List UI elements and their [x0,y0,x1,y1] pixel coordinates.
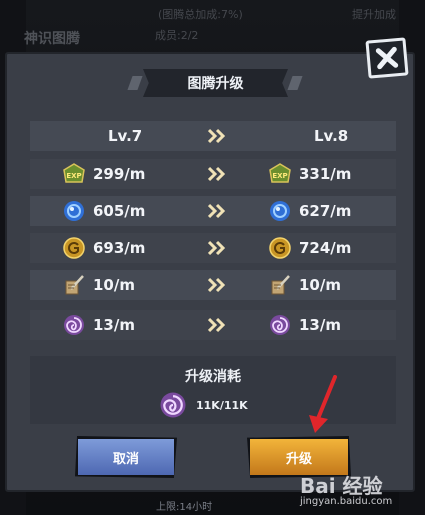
scroll-next: 10/m [299,276,341,294]
gold-current: 693/m [93,239,146,257]
current-level: Lv.7 [108,127,143,145]
svg-text:EXP: EXP [272,172,287,180]
double-chevron-icon [208,166,226,182]
cost-title: 升级消耗 [185,369,241,385]
dialog-title-banner: 图腾升级 [143,69,288,97]
blue-orb-current: 605/m [93,202,146,220]
scroll-quill-icon [271,275,290,295]
stat-row-exp: EXP 299/m EXP 331/m [30,159,396,189]
purple-swirl-next: 13/m [299,316,341,334]
purple-swirl-icon [270,315,290,335]
cancel-button-label: 取消 [112,451,139,467]
close-button[interactable] [365,37,409,79]
bottom-limit-note: 上限:14小时 [156,502,213,513]
level-row: Lv.7 Lv.8 [30,121,396,151]
dialog-title: 图腾升级 [187,76,244,92]
blue-orb-icon [270,201,290,221]
blue-orb-next: 627/m [299,202,352,220]
stat-row-purple-swirl: 13/m 13/m [30,310,396,340]
watermark-url: jingyan.baidu.com [300,496,393,507]
double-chevron-icon [208,128,226,144]
watermark: Bai 经验 jingyan.baidu.com [300,470,392,507]
close-icon [375,46,399,70]
purple-swirl-icon [64,315,84,335]
double-chevron-icon [208,277,226,293]
exp-next: 331/m [299,165,352,183]
cancel-button[interactable]: 取消 [75,436,177,478]
scroll-quill-icon [65,275,84,295]
gold-next: 724/m [299,239,352,257]
upgrade-cost-panel: 升级消耗 11K/11K [30,356,396,424]
double-chevron-icon [208,203,226,219]
cost-item: 11K/11K [158,390,248,420]
svg-text:EXP: EXP [66,172,81,180]
purple-swirl-current: 13/m [93,316,135,334]
stat-row-scroll: 10/m 10/m [30,270,396,300]
exp-icon: EXP [63,163,85,183]
next-level: Lv.8 [314,127,349,145]
exp-current: 299/m [93,165,146,183]
exp-icon: EXP [269,163,291,183]
stat-row-gold: 693/m 724/m [30,233,396,263]
gold-coin-icon [269,237,291,259]
scroll-current: 10/m [93,276,135,294]
annotation-arrow-icon [309,375,337,433]
watermark-brand: Bai 经验 [300,474,383,498]
stat-row-blue-orb: 605/m 627/m [30,196,396,226]
upgrade-button-label: 升级 [285,451,312,467]
purple-swirl-icon [160,392,186,418]
double-chevron-icon [208,317,226,333]
double-chevron-icon [208,240,226,256]
blue-orb-icon [64,201,84,221]
cost-value: 11K/11K [196,398,248,412]
gold-coin-icon [63,237,85,259]
